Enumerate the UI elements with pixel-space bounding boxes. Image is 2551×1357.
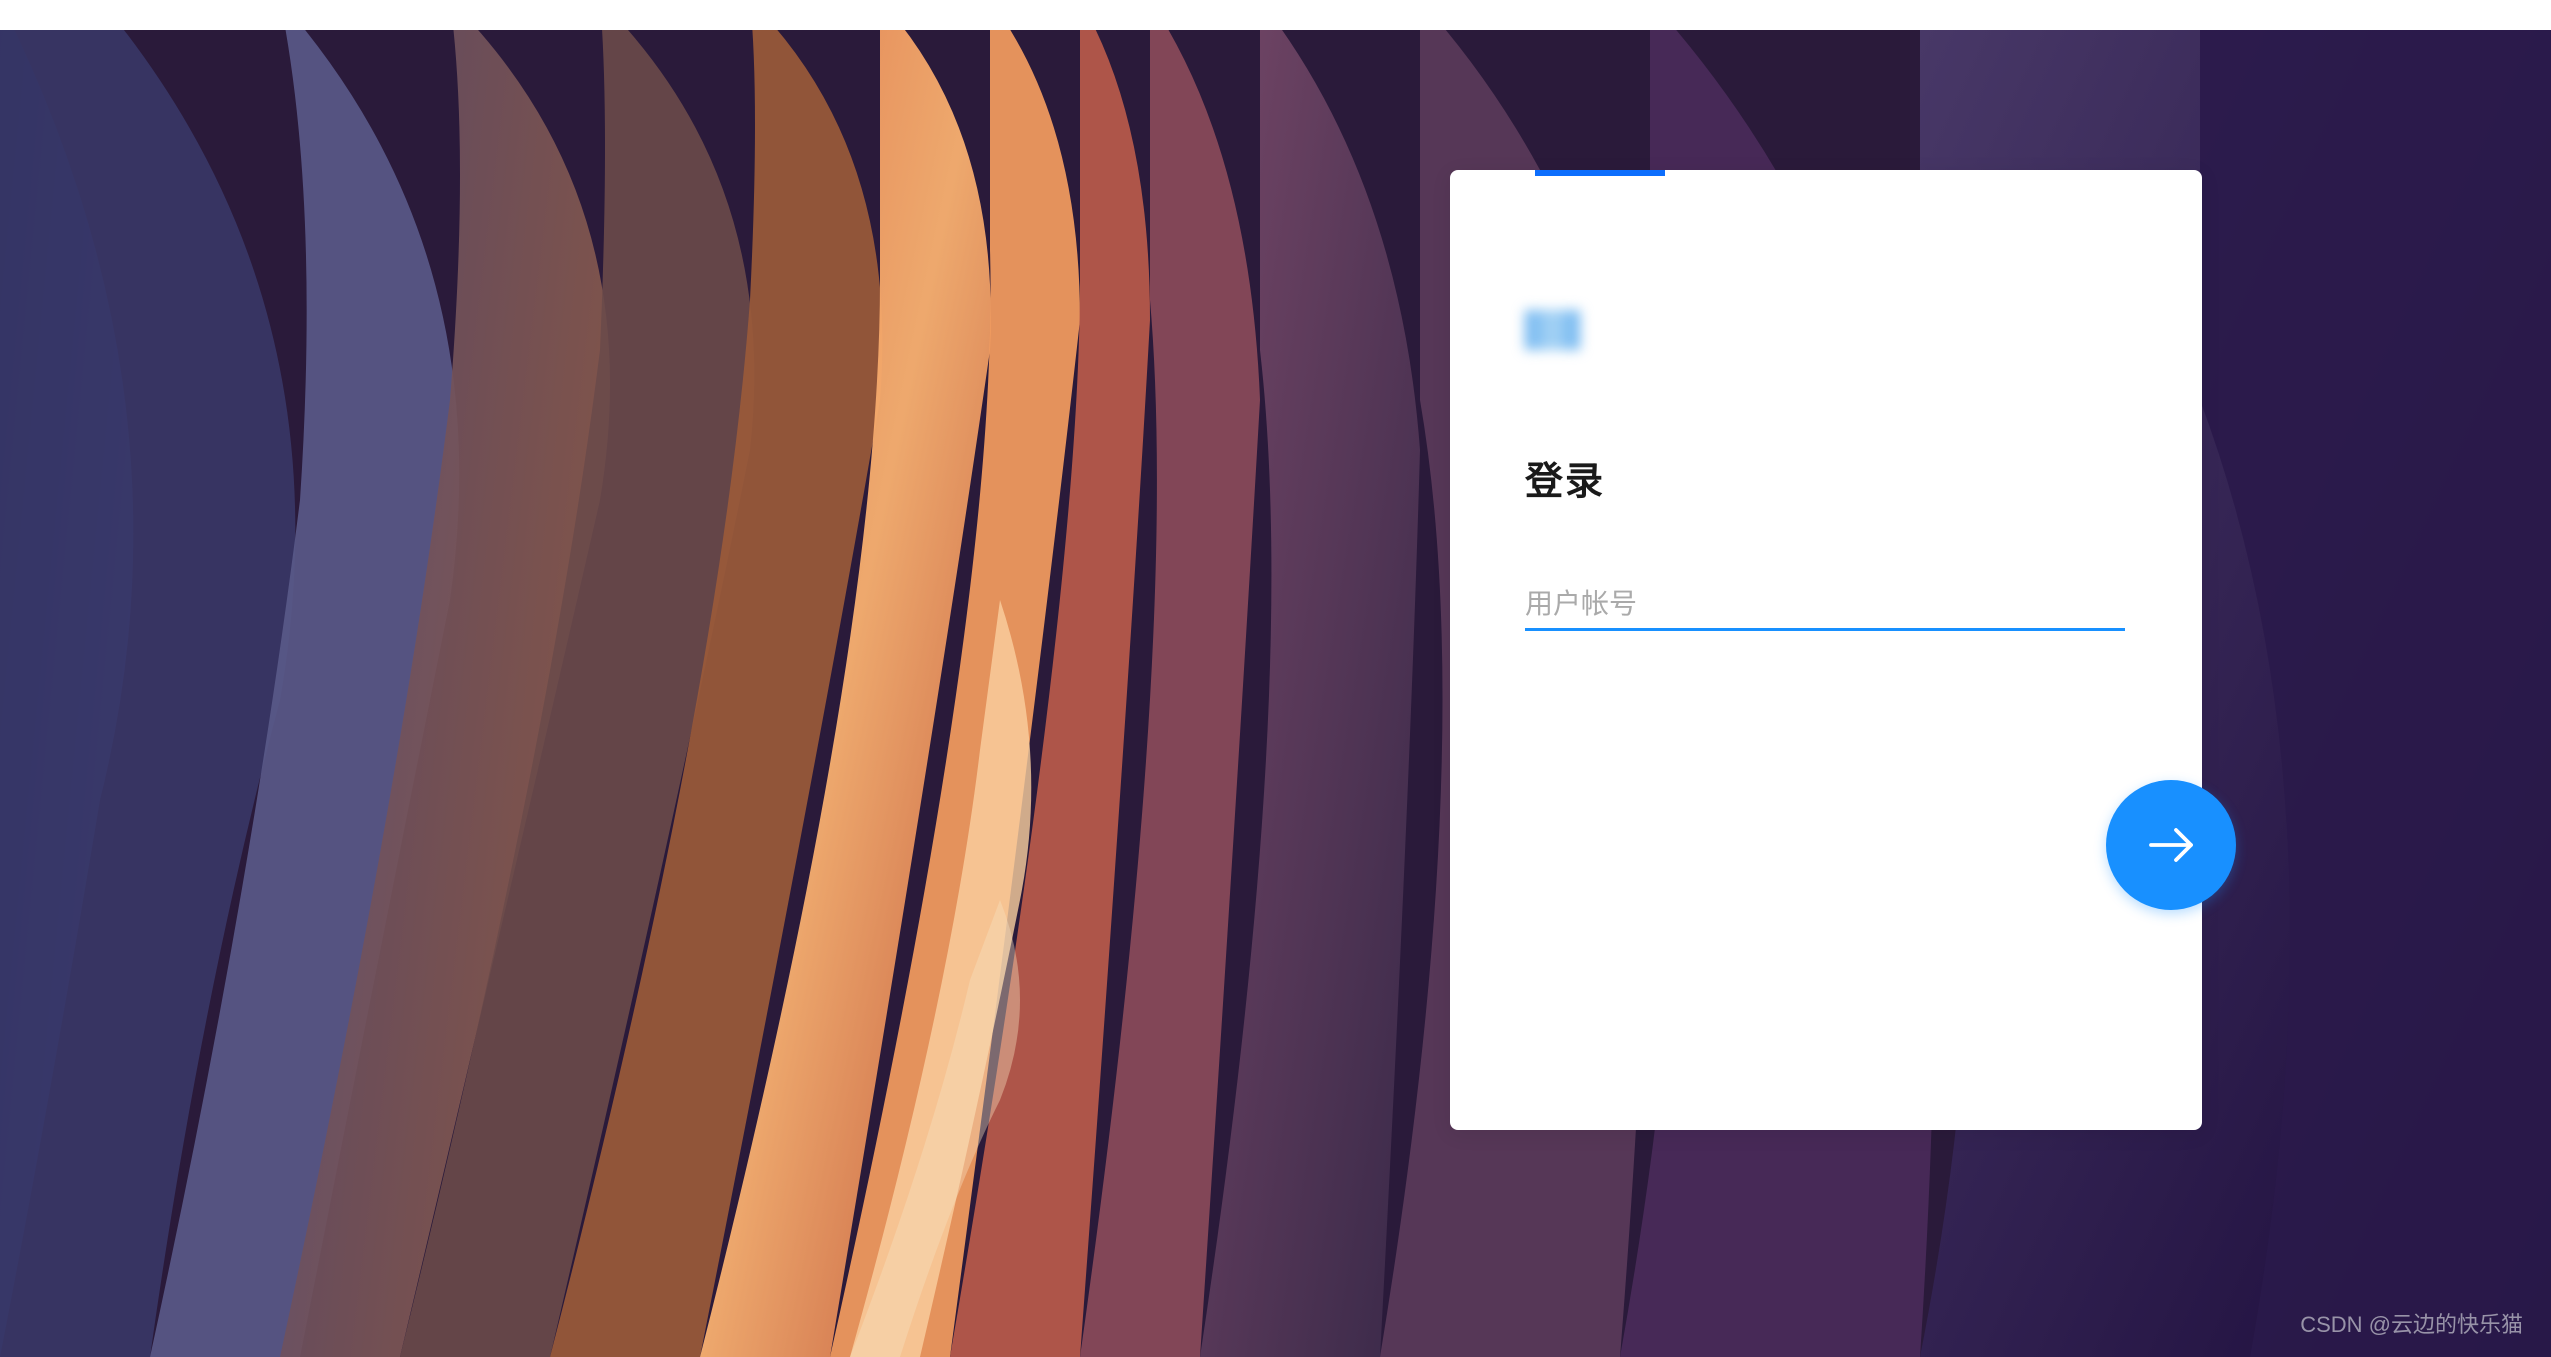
username-input[interactable] <box>1525 580 2125 631</box>
username-field-container <box>1525 580 2125 631</box>
login-card: 登录 <box>1450 170 2202 1130</box>
top-bar <box>0 0 2551 30</box>
logo-blurred <box>1525 310 1580 350</box>
arrow-right-icon <box>2141 815 2201 875</box>
watermark-text: CSDN @云边的快乐猫 <box>2300 1307 2523 1339</box>
card-accent-bar <box>1535 170 1665 176</box>
submit-button[interactable] <box>2106 780 2236 910</box>
login-heading: 登录 <box>1525 450 1605 505</box>
